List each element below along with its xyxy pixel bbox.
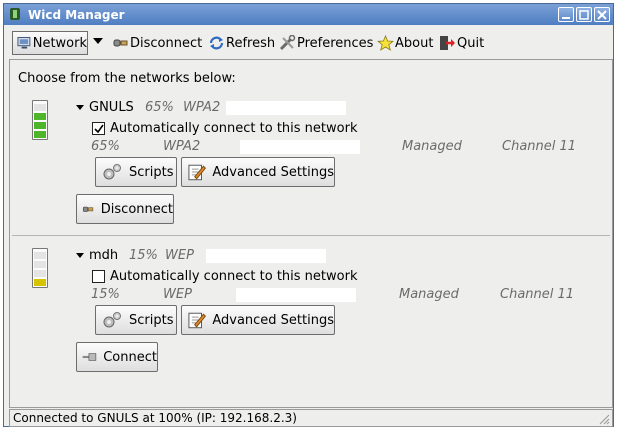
resize-grip-icon[interactable] <box>598 413 610 425</box>
network-strength: 65% <box>145 100 174 115</box>
minimize-button[interactable] <box>558 7 574 22</box>
maximize-button[interactable] <box>576 7 592 22</box>
auto-connect-checkbox[interactable] <box>92 122 105 135</box>
advanced-settings-button[interactable]: Advanced Settings <box>181 157 335 187</box>
advanced-settings-label: Advanced Settings <box>212 164 334 180</box>
network-dropdown-button[interactable]: Network <box>12 31 88 55</box>
title-bar[interactable]: Wicd Manager <box>4 4 613 25</box>
network-separator <box>12 235 610 236</box>
advanced-settings-label: Advanced Settings <box>212 312 334 328</box>
star-icon <box>377 35 394 51</box>
network-icon <box>17 37 31 49</box>
about-button[interactable]: About <box>377 32 433 54</box>
quit-label: Quit <box>457 35 485 51</box>
scripts-button[interactable]: Scripts <box>95 157 177 187</box>
status-text: Connected to GNULS at 100% (IP: 192.168.… <box>13 411 297 425</box>
info-encryption: WEP <box>163 287 192 302</box>
info-mode: Managed <box>402 139 462 154</box>
plug-icon <box>113 39 128 47</box>
network-list-panel: Choose from the networks below: GNULS 65… <box>9 59 613 408</box>
scripts-label: Scripts <box>129 164 174 180</box>
auto-connect-checkbox[interactable] <box>92 270 105 283</box>
redacted-bssid-detail <box>236 288 356 302</box>
auto-connect-label: Automatically connect to this network <box>110 269 358 284</box>
network-encryption: WPA2 <box>183 100 221 115</box>
plug-connect-icon <box>82 353 97 361</box>
network-encryption: WEP <box>165 248 194 263</box>
disconnect-label: Disconnect <box>130 35 203 51</box>
network-disconnect-button[interactable]: Disconnect <box>76 194 174 224</box>
info-channel: Channel 11 <box>500 287 575 302</box>
info-strength: 15% <box>91 287 120 302</box>
info-mode: Managed <box>399 287 459 302</box>
network-expander-icon[interactable] <box>76 253 84 258</box>
edit-notepad-icon <box>188 164 207 181</box>
advanced-settings-button[interactable]: Advanced Settings <box>181 305 335 335</box>
network-name: GNULS <box>89 100 134 115</box>
preferences-label: Preferences <box>297 35 374 51</box>
redacted-bssid-detail <box>240 140 360 154</box>
signal-bar <box>34 252 46 259</box>
signal-bar <box>34 261 46 268</box>
signal-strength-icon <box>32 100 48 140</box>
scripts-label: Scripts <box>129 312 174 328</box>
refresh-icon <box>209 36 224 50</box>
quit-exit-icon <box>440 36 455 50</box>
status-bar: Connected to GNULS at 100% (IP: 192.168.… <box>9 409 613 427</box>
about-label: About <box>395 35 434 51</box>
quit-button[interactable]: Quit <box>439 32 484 54</box>
window-title: Wicd Manager <box>28 8 125 22</box>
preferences-tools-icon <box>279 35 296 51</box>
gears-icon <box>103 164 121 180</box>
plug-icon <box>82 206 94 212</box>
redacted-bssid <box>226 101 346 115</box>
signal-bar <box>34 104 46 111</box>
toolbar: Network Disconnect Refresh Preferences A… <box>9 28 613 58</box>
edit-notepad-icon <box>188 312 207 329</box>
refresh-label: Refresh <box>226 35 276 51</box>
disconnect-button[interactable]: Disconnect <box>113 32 202 54</box>
gears-icon <box>103 312 121 328</box>
signal-bar <box>34 270 46 277</box>
signal-bar <box>34 279 46 286</box>
network-list-intro: Choose from the networks below: <box>18 71 236 86</box>
info-encryption: WPA2 <box>163 139 201 154</box>
network-expander-icon[interactable] <box>76 105 84 110</box>
minimize-icon <box>562 17 570 19</box>
network-action-label: Disconnect <box>100 201 173 217</box>
redacted-bssid <box>206 249 326 263</box>
close-icon <box>597 10 607 20</box>
network-action-label: Connect <box>103 349 157 365</box>
info-channel: Channel 11 <box>502 139 577 154</box>
maximize-icon <box>579 10 589 20</box>
network-chevron-down-icon[interactable] <box>93 38 103 44</box>
signal-bar <box>34 122 46 129</box>
network-connect-button[interactable]: Connect <box>76 342 158 372</box>
signal-strength-icon <box>32 248 48 288</box>
network-name: mdh <box>89 248 119 263</box>
wicd-manager-window: Wicd Manager Network Disconnect Refresh … <box>3 3 614 427</box>
refresh-button[interactable]: Refresh <box>208 32 275 54</box>
checkmark-icon <box>94 124 104 134</box>
preferences-button[interactable]: Preferences <box>279 32 373 54</box>
auto-connect-label[interactable]: Automatically connect to this network <box>110 121 357 136</box>
wicd-app-icon <box>10 8 20 20</box>
scripts-button[interactable]: Scripts <box>95 305 177 335</box>
signal-bar <box>34 113 46 120</box>
info-strength: 65% <box>91 139 120 154</box>
network-strength: 15% <box>129 248 158 263</box>
close-button[interactable] <box>594 7 610 22</box>
network-label: Network <box>32 35 87 51</box>
signal-bar <box>34 131 46 138</box>
